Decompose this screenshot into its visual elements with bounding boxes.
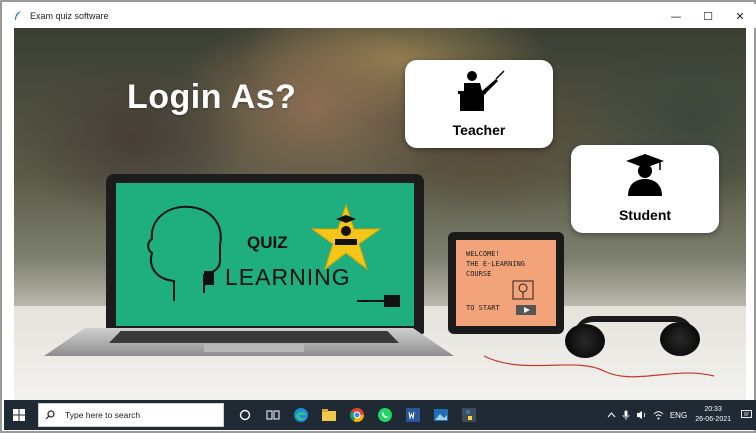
word-button[interactable] bbox=[400, 402, 426, 428]
notification-icon[interactable] bbox=[741, 410, 752, 420]
clock-date: 26-06-2021 bbox=[695, 416, 731, 423]
cortana-button[interactable] bbox=[232, 402, 258, 428]
chrome-icon bbox=[349, 408, 364, 422]
teacher-label: Teacher bbox=[452, 122, 506, 138]
feather-icon bbox=[10, 8, 26, 24]
tablet-text-line: WELCOME! bbox=[466, 250, 500, 258]
file-explorer-button[interactable] bbox=[316, 402, 342, 428]
teacher-icon bbox=[452, 69, 506, 116]
microphone-icon[interactable] bbox=[622, 410, 630, 420]
task-view-icon bbox=[266, 410, 280, 420]
tablet-text-line: TO START bbox=[466, 304, 500, 312]
minimize-button[interactable]: — bbox=[660, 4, 692, 28]
student-icon bbox=[622, 152, 668, 201]
app-window: Exam quiz software — ☐ ✕ Login As? Teach… bbox=[0, 0, 756, 433]
window-title: Exam quiz software bbox=[30, 11, 109, 21]
search-placeholder: Type here to search bbox=[65, 410, 141, 420]
close-button[interactable]: ✕ bbox=[724, 4, 756, 28]
edge-button[interactable] bbox=[288, 402, 314, 428]
laptop-screen bbox=[116, 183, 414, 326]
photos-button[interactable] bbox=[428, 402, 454, 428]
taskbar-search-input[interactable]: Type here to search bbox=[38, 403, 224, 427]
window-controls: — ☐ ✕ bbox=[660, 4, 756, 28]
chevron-up-icon[interactable] bbox=[607, 412, 616, 418]
python-icon bbox=[462, 408, 476, 422]
maximize-button[interactable]: ☐ bbox=[692, 4, 724, 28]
photos-icon bbox=[434, 409, 448, 421]
student-button[interactable]: Student bbox=[571, 145, 719, 233]
python-button[interactable] bbox=[456, 402, 482, 428]
laptop-touchpad bbox=[204, 344, 304, 352]
whatsapp-icon bbox=[378, 408, 392, 422]
logo-learning-text: LEARNING bbox=[225, 264, 351, 290]
task-view-button[interactable] bbox=[260, 402, 286, 428]
teacher-button[interactable]: Teacher bbox=[405, 60, 553, 148]
logo-quiz-text: QUIZ bbox=[247, 233, 288, 252]
student-label: Student bbox=[618, 207, 672, 223]
chrome-button[interactable] bbox=[344, 402, 370, 428]
search-icon bbox=[45, 410, 63, 420]
page-title: Login As? bbox=[127, 78, 297, 116]
background-scene: Login As? Teacher Student QUIZ LEARNING … bbox=[14, 28, 746, 400]
start-button[interactable] bbox=[4, 400, 34, 430]
wifi-icon[interactable] bbox=[653, 410, 664, 420]
system-tray: ENG 20:33 26-06-2021 bbox=[601, 400, 752, 430]
tablet-text-line: COURSE bbox=[466, 270, 492, 278]
title-bar: Exam quiz software — ☐ ✕ bbox=[4, 4, 756, 28]
tablet-text-line: THE E-LEARNING bbox=[466, 260, 526, 268]
word-icon bbox=[406, 408, 420, 422]
windows-icon bbox=[13, 409, 25, 421]
volume-icon[interactable] bbox=[636, 410, 647, 420]
taskbar: Type here to search ENG 20:33 26-06-2021 bbox=[4, 400, 756, 430]
file-explorer-icon bbox=[322, 409, 336, 421]
headphones-cable bbox=[484, 355, 715, 378]
clock-time: 20:33 bbox=[704, 406, 722, 413]
cortana-icon bbox=[239, 409, 251, 421]
whatsapp-button[interactable] bbox=[372, 402, 398, 428]
play-button-icon bbox=[516, 302, 536, 320]
taskbar-clock[interactable]: 20:33 26-06-2021 bbox=[695, 405, 731, 425]
laptop-keyboard bbox=[109, 331, 399, 343]
language-indicator[interactable]: ENG bbox=[670, 411, 687, 420]
edge-icon bbox=[294, 408, 308, 422]
quiz-learning-logo bbox=[147, 203, 400, 307]
